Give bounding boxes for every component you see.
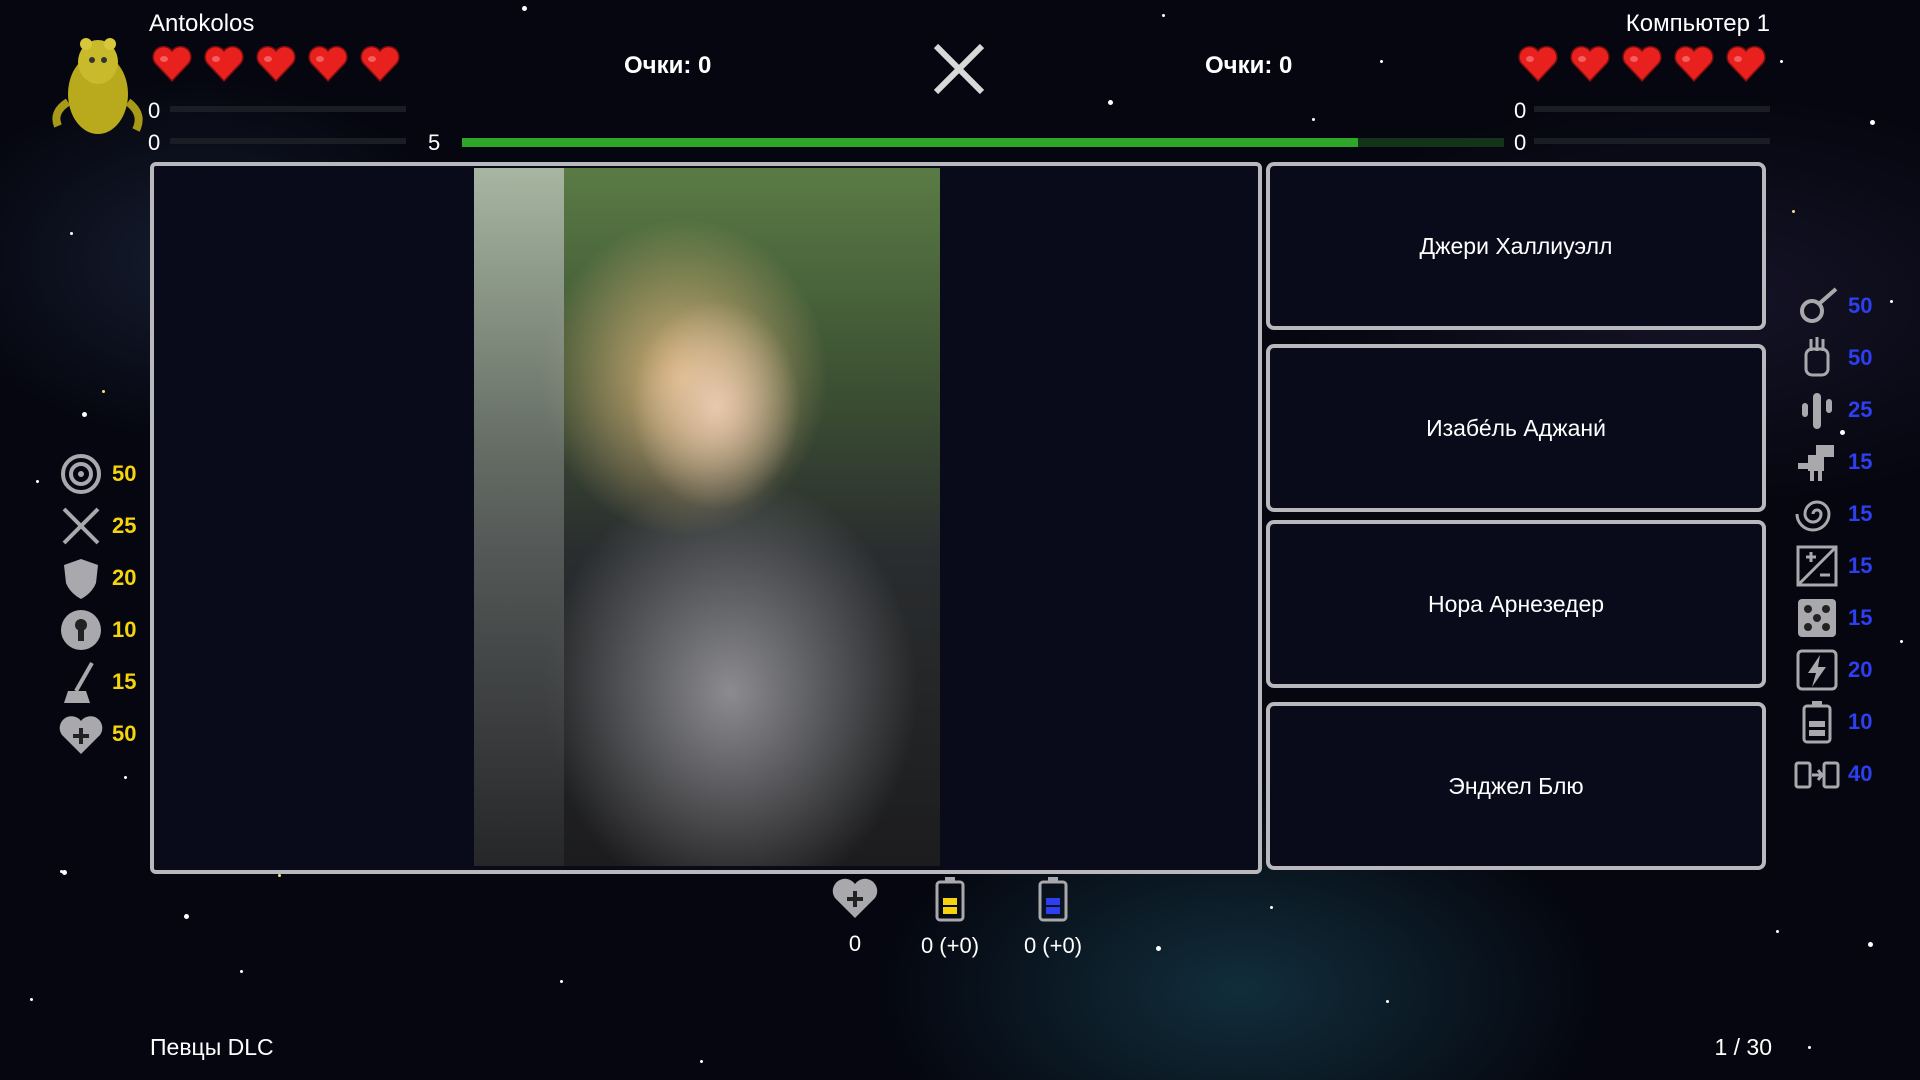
right-boost-cost: 50 (1848, 345, 1873, 370)
timer-label: 5 (428, 130, 441, 155)
right-boost-lightning[interactable]: 20 (1794, 647, 1872, 693)
dinosaur-icon (1794, 439, 1840, 485)
shield-icon (58, 555, 104, 601)
answer-option-3[interactable]: Нора Арнезедер (1266, 520, 1766, 688)
player1-heart-icon (308, 44, 348, 89)
heart-plus-icon (58, 711, 104, 757)
blue-battery-icon (1038, 877, 1068, 922)
player1-avatar (48, 22, 144, 142)
player2-heart-icon (1674, 44, 1714, 89)
right-boost-dinosaur[interactable]: 15 (1794, 439, 1872, 485)
player1-bar2-value: 0 (148, 130, 161, 155)
right-boost-dice[interactable]: 15 (1794, 595, 1872, 641)
player1-bar1-value: 0 (148, 98, 161, 123)
right-boost-cactus[interactable]: 25 (1794, 387, 1872, 433)
left-boost-cost: 10 (112, 617, 137, 642)
left-boost-cost: 50 (112, 721, 137, 746)
inventory-yellow-battery[interactable]: 0 (+0) (905, 876, 995, 959)
broom-icon (58, 659, 104, 705)
right-boost-meteor[interactable]: 50 (1794, 283, 1872, 329)
player2-heart-icon (1622, 44, 1662, 89)
spiral-icon (1794, 491, 1840, 537)
right-boost-cost: 40 (1848, 761, 1873, 786)
lightning-icon (1794, 647, 1840, 693)
player1-name: Antokolos (149, 10, 255, 37)
cactus-icon (1794, 387, 1840, 433)
timer-fill (462, 138, 1359, 147)
inventory-heart[interactable]: 0 (810, 876, 900, 957)
right-boost-cost: 15 (1848, 449, 1873, 474)
inventory-blue-battery-count: 0 (+0) (1023, 933, 1083, 958)
right-boost-battery[interactable]: 10 (1794, 699, 1872, 745)
answer-option-4[interactable]: Энджел Блю (1266, 702, 1766, 870)
player2-lives (1518, 44, 1766, 89)
player1-heart-icon (204, 44, 244, 89)
left-boost-keyhole[interactable]: 10 (58, 607, 136, 653)
question-photo (474, 168, 940, 866)
player2-heart-icon (1570, 44, 1610, 89)
hand-icon (1794, 335, 1840, 381)
left-boost-cost: 50 (112, 461, 137, 486)
player2-heart-icon (1726, 44, 1766, 89)
question-pack-name: Певцы DLC (150, 1034, 274, 1060)
answer-option-2[interactable]: Изабе́ль Аджани́ (1266, 344, 1766, 512)
close-button[interactable] (930, 40, 988, 98)
right-boost-cost: 15 (1848, 605, 1873, 630)
right-boost-cost: 25 (1848, 397, 1873, 422)
left-boost-crossed-tools[interactable]: 25 (58, 503, 136, 549)
player2-bar2 (1534, 138, 1770, 144)
player2-heart-icon (1518, 44, 1558, 89)
left-boost-cost: 20 (112, 565, 137, 590)
right-boost-battery-transfer[interactable]: 40 (1794, 751, 1872, 797)
right-boost-cost: 50 (1848, 293, 1873, 318)
battery-icon (1794, 699, 1840, 745)
left-boost-broom[interactable]: 15 (58, 659, 136, 705)
keyhole-icon (58, 607, 104, 653)
answer-option-1[interactable]: Джери Халлиуэлл (1266, 162, 1766, 330)
left-boost-cost: 15 (112, 669, 137, 694)
player1-bar1 (170, 106, 406, 112)
question-image-panel (150, 162, 1262, 874)
close-icon (933, 43, 985, 95)
left-boost-shield[interactable]: 20 (58, 555, 136, 601)
player2-bar2-value: 0 (1514, 130, 1527, 155)
player1-heart-icon (256, 44, 296, 89)
right-boost-cost: 20 (1848, 657, 1873, 682)
inventory-heart-count: 0 (848, 931, 862, 956)
player2-bar1 (1534, 106, 1770, 112)
inventory-yellow-battery-count: 0 (+0) (920, 933, 980, 958)
player1-heart-icon (152, 44, 192, 89)
left-boost-cost: 25 (112, 513, 137, 538)
right-boost-cost: 15 (1848, 501, 1873, 526)
player1-lives (152, 44, 400, 89)
battery-transfer-icon (1794, 751, 1840, 797)
right-boost-plus-minus[interactable]: 15 (1794, 543, 1872, 589)
crossed-tools-icon (58, 503, 104, 549)
plus-minus-icon (1794, 543, 1840, 589)
right-boost-cost: 10 (1848, 709, 1873, 734)
player1-score: Очки: 0 (624, 52, 712, 79)
target-icon (58, 451, 104, 497)
right-boost-spiral[interactable]: 15 (1794, 491, 1872, 537)
right-boost-hand[interactable]: 50 (1794, 335, 1872, 381)
player2-name: Компьютер 1 (1625, 10, 1770, 37)
player1-heart-icon (360, 44, 400, 89)
right-boost-cost: 15 (1848, 553, 1873, 578)
heart-plus-icon (832, 878, 878, 918)
player2-bar1-value: 0 (1514, 98, 1527, 123)
player1-bar2 (170, 138, 406, 144)
question-progress: 1 / 30 (1714, 1034, 1772, 1060)
meteor-icon (1794, 283, 1840, 329)
yellow-battery-icon (935, 877, 965, 922)
inventory-blue-battery[interactable]: 0 (+0) (1008, 876, 1098, 959)
player2-score: Очки: 0 (1205, 52, 1293, 79)
dice-icon (1794, 595, 1840, 641)
left-boost-heart-plus[interactable]: 50 (58, 711, 136, 757)
timer-bar (462, 138, 1504, 147)
left-boost-target[interactable]: 50 (58, 451, 136, 497)
